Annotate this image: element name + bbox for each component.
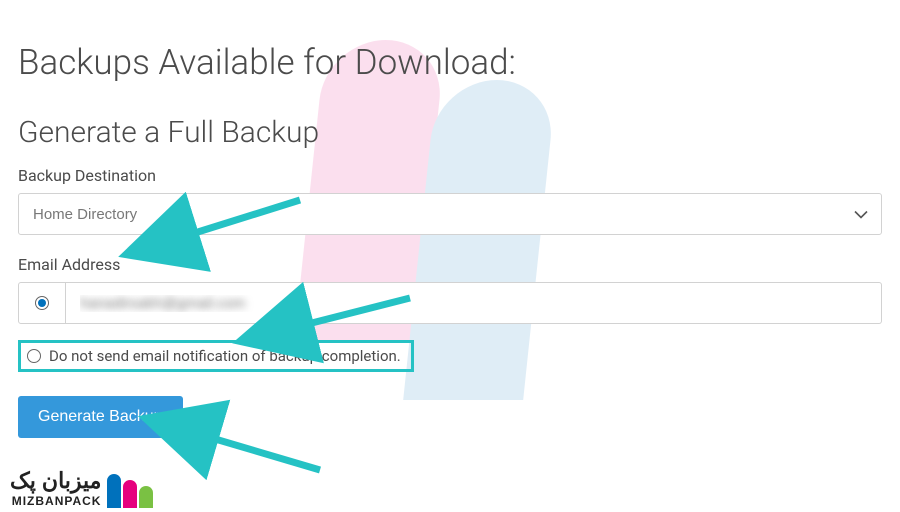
generate-backup-button[interactable]: Generate Backup xyxy=(18,396,183,438)
email-row xyxy=(18,282,882,324)
page-title: Backups Available for Download: xyxy=(18,42,882,83)
no-email-option[interactable]: Do not send email notification of backup… xyxy=(18,340,414,372)
email-send-radio-cell xyxy=(18,282,66,324)
no-email-radio[interactable] xyxy=(27,349,41,363)
main-content: Backups Available for Download: Generate… xyxy=(0,0,900,438)
section-title: Generate a Full Backup xyxy=(18,115,882,150)
email-send-radio[interactable] xyxy=(35,296,49,310)
no-email-label: Do not send email notification of backup… xyxy=(49,347,401,365)
brand-mark-icon xyxy=(107,474,153,508)
email-address-label: Email Address xyxy=(18,255,882,274)
backup-destination-wrap: Home Directory xyxy=(18,193,882,235)
brand-name-en: MIZBANPACK xyxy=(12,494,102,508)
backup-destination-select[interactable]: Home Directory xyxy=(18,193,882,235)
brand-logo: میزبان پک MIZBANPACK xyxy=(10,468,153,508)
brand-name-fa: میزبان پک xyxy=(10,468,101,494)
email-input[interactable] xyxy=(66,282,882,324)
backup-destination-label: Backup Destination xyxy=(18,166,882,185)
arrow-icon xyxy=(205,436,320,470)
